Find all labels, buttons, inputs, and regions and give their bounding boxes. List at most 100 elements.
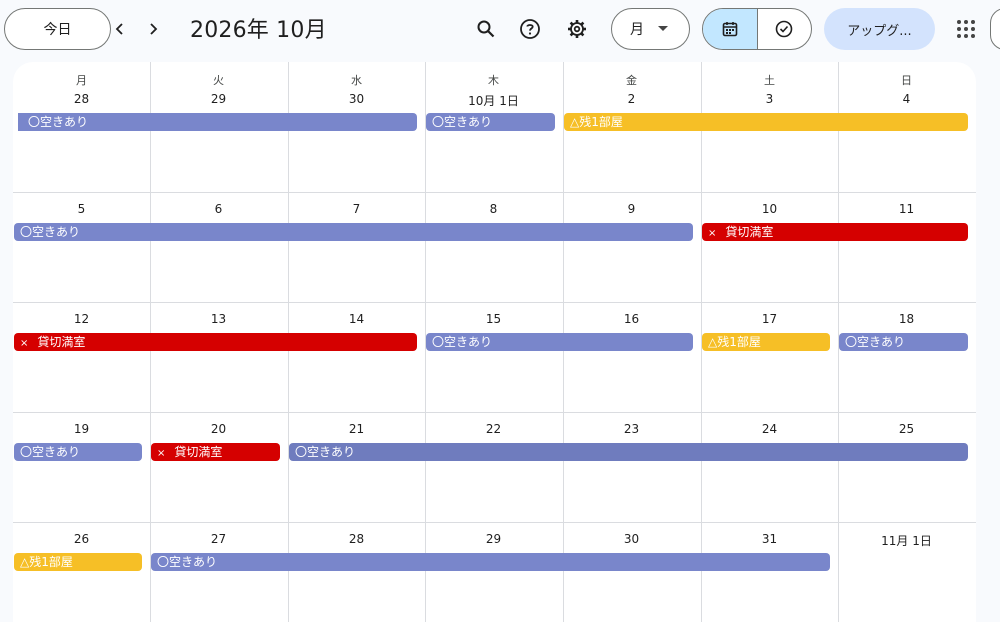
- search-button[interactable]: [469, 12, 503, 46]
- tasks-icon: [775, 20, 793, 38]
- day-number[interactable]: 28: [288, 532, 425, 546]
- current-month-title: 2026年 10月: [190, 18, 327, 43]
- weekday-header-wed: 水: [351, 74, 362, 87]
- weekday-header-fri: 金: [626, 74, 637, 87]
- event-chip[interactable]: △残1部屋: [702, 333, 830, 351]
- event-chip[interactable]: 〇空きあり: [426, 113, 555, 131]
- event-label: 〇空きあり: [845, 335, 906, 349]
- day-number[interactable]: 14: [288, 312, 425, 326]
- event-label: 〇空きあり: [28, 115, 89, 129]
- day-number[interactable]: 13: [150, 312, 287, 326]
- calendar-view-button[interactable]: [703, 9, 758, 49]
- previous-month-button[interactable]: [105, 14, 135, 44]
- chevron-right-icon: [150, 23, 158, 35]
- day-number[interactable]: 20: [150, 422, 287, 436]
- tasks-view-button[interactable]: [758, 9, 812, 49]
- close-mark-icon: ×: [157, 448, 166, 459]
- day-number[interactable]: 22: [425, 422, 562, 436]
- event-label: △残1部屋: [708, 335, 761, 349]
- event-label: 貸切満室: [725, 225, 774, 239]
- row-divider: [13, 192, 976, 193]
- day-number[interactable]: 2: [563, 92, 700, 106]
- help-icon: [520, 19, 540, 39]
- event-chip[interactable]: 〇空きあり: [14, 223, 693, 241]
- weekday-header-tue: 火: [213, 74, 224, 87]
- day-number[interactable]: 9: [563, 202, 700, 216]
- day-number[interactable]: 15: [425, 312, 562, 326]
- event-chip[interactable]: 〇空きあり: [18, 113, 417, 131]
- day-number[interactable]: 26: [13, 532, 150, 546]
- event-chip[interactable]: × 貸切満室: [14, 333, 417, 351]
- event-label: 〇空きあり: [157, 555, 218, 569]
- search-icon: [477, 20, 495, 38]
- event-label: △残1部屋: [20, 555, 73, 569]
- apps-grid-button[interactable]: [951, 14, 981, 44]
- day-number[interactable]: 21: [288, 422, 425, 436]
- event-label: 〇空きあり: [432, 335, 493, 349]
- day-number[interactable]: 17: [701, 312, 838, 326]
- day-number[interactable]: 7: [288, 202, 425, 216]
- event-label: 貸切満室: [174, 445, 223, 459]
- day-number[interactable]: 25: [838, 422, 975, 436]
- event-chip[interactable]: 〇空きあり: [151, 553, 830, 571]
- help-button[interactable]: [513, 12, 547, 46]
- chevron-left-icon: [115, 23, 123, 35]
- event-label: 貸切満室: [37, 335, 86, 349]
- day-number[interactable]: 23: [563, 422, 700, 436]
- day-number[interactable]: 27: [150, 532, 287, 546]
- weekday-header-thu: 木: [488, 74, 499, 87]
- day-number[interactable]: 12: [13, 312, 150, 326]
- top-bar: 今日 2026年 10月 月 アップグ...: [0, 0, 1000, 58]
- row-divider: [13, 412, 976, 413]
- day-number[interactable]: 6: [150, 202, 287, 216]
- event-chip[interactable]: 〇空きあり: [426, 333, 693, 351]
- event-label: △残1部屋: [570, 115, 623, 129]
- day-number[interactable]: 5: [13, 202, 150, 216]
- month-grid: 月 火 水 木 金 土 日 28 29 30 10月 1日 2 3 4 5 6 7 8 9 10 11 12…: [13, 62, 976, 622]
- next-month-button[interactable]: [138, 14, 168, 44]
- event-chip[interactable]: △残1部屋: [14, 553, 142, 571]
- day-number[interactable]: 29: [150, 92, 287, 106]
- day-number[interactable]: 10月 1日: [425, 92, 562, 109]
- view-select[interactable]: 月: [611, 8, 690, 50]
- day-number[interactable]: 16: [563, 312, 700, 326]
- event-label: 〇空きあり: [295, 445, 356, 459]
- day-number[interactable]: 30: [563, 532, 700, 546]
- weekday-header-sun: 日: [901, 74, 912, 87]
- weekday-header-sat: 土: [764, 74, 775, 87]
- event-chip[interactable]: × 貸切満室: [702, 223, 968, 241]
- close-mark-icon: ×: [708, 228, 717, 239]
- event-chip[interactable]: 〇空きあり: [839, 333, 968, 351]
- event-label: 〇空きあり: [20, 445, 81, 459]
- settings-icon: [568, 20, 586, 38]
- day-number[interactable]: 10: [701, 202, 838, 216]
- day-number[interactable]: 4: [838, 92, 975, 106]
- event-chip[interactable]: 〇空きあり: [14, 443, 142, 461]
- today-button[interactable]: 今日: [4, 8, 111, 50]
- day-number[interactable]: 19: [13, 422, 150, 436]
- close-mark-icon: ×: [20, 338, 29, 349]
- day-number[interactable]: 18: [838, 312, 975, 326]
- day-number[interactable]: 11: [838, 202, 975, 216]
- upgrade-button[interactable]: アップグ...: [824, 8, 935, 50]
- settings-button[interactable]: [560, 12, 594, 46]
- row-divider: [13, 302, 976, 303]
- event-label: 〇空きあり: [432, 115, 493, 129]
- weekday-header-mon: 月: [76, 74, 87, 87]
- day-number[interactable]: 11月 1日: [838, 532, 975, 549]
- calendar-tasks-toggle: [702, 8, 812, 50]
- day-number[interactable]: 24: [701, 422, 838, 436]
- day-number[interactable]: 30: [288, 92, 425, 106]
- row-divider: [13, 522, 976, 523]
- account-button[interactable]: [990, 8, 1000, 50]
- event-chip[interactable]: △残1部屋: [564, 113, 968, 131]
- day-number[interactable]: 8: [425, 202, 562, 216]
- day-number[interactable]: 29: [425, 532, 562, 546]
- event-chip[interactable]: × 貸切満室: [151, 443, 280, 461]
- day-number[interactable]: 28: [13, 92, 150, 106]
- event-label: 〇空きあり: [20, 225, 81, 239]
- calendar-icon: [722, 22, 738, 37]
- day-number[interactable]: 3: [701, 92, 838, 106]
- day-number[interactable]: 31: [701, 532, 838, 546]
- event-chip[interactable]: 〇空きあり: [289, 443, 968, 461]
